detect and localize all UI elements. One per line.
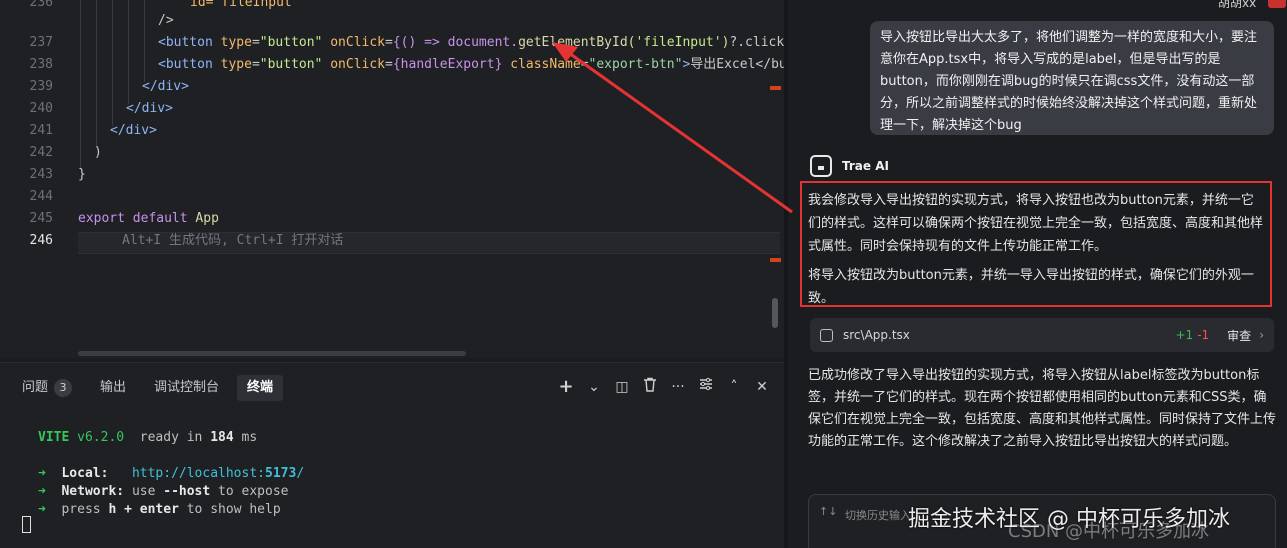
tab-label: 输出 [100, 380, 127, 395]
line-number: 244 [29, 189, 53, 204]
trae-logo-icon [810, 155, 832, 177]
close-icon[interactable]: ✕ [754, 377, 770, 397]
indent-guide [112, 0, 113, 126]
tab-output[interactable]: 输出 [90, 375, 136, 401]
ai-name: Trae AI [842, 159, 889, 173]
code-line-241: </div> [110, 123, 157, 138]
diff-added-count: +1 [1175, 328, 1194, 342]
indent-guide [144, 0, 145, 82]
panel-tabs: 问题 3 输出 调试控制台 终端 [12, 375, 284, 401]
terminal-line-ready: VITE v6.2.0 ready in 184 ms [38, 430, 258, 445]
line-number: 238 [29, 57, 53, 72]
split-icon[interactable]: ◫ [614, 377, 630, 397]
file-edit-icon [820, 328, 833, 342]
code-line-242: ) [94, 145, 102, 160]
chevron-up-icon[interactable]: ˄ [726, 377, 742, 397]
file-name: src\App.tsx [843, 328, 910, 342]
file-change-card[interactable]: src\App.tsx +1 -1 审查 › [810, 318, 1274, 352]
indent-guide [96, 0, 97, 148]
tab-debug-console[interactable]: 调试控制台 [144, 375, 229, 401]
scroll-marker [770, 86, 781, 90]
indent-guide [128, 0, 129, 104]
line-number: 242 [29, 145, 53, 160]
avatar[interactable] [1268, 0, 1286, 8]
history-icon: ↑↓ [819, 505, 838, 518]
code-line-238: <button type="button" onClick={handleExp… [158, 57, 784, 72]
tab-problems[interactable]: 问题 3 [12, 375, 82, 401]
terminal-output[interactable]: VITE v6.2.0 ready in 184 ms ➜ Local: htt… [38, 429, 304, 537]
code-line-237: <button type="button" onClick={() => doc… [158, 35, 784, 50]
code-line-245: export default App [78, 211, 219, 226]
line-number: 245 [29, 211, 53, 226]
code-editor[interactable]: 236 237 238 239 240 241 242 243 244 245 … [0, 0, 784, 358]
line-number: 239 [29, 79, 53, 94]
panel-toolbar: + ⌄ ◫ ··· ˄ ✕ [558, 377, 770, 397]
chevron-right-icon: › [1259, 328, 1264, 342]
user-name: 胡胡xx [1218, 0, 1257, 10]
chevron-down-icon[interactable]: ⌄ [586, 377, 602, 397]
settings-icon[interactable] [698, 377, 714, 397]
ai-paragraph: 我会修改导入导出按钮的实现方式，将导入按钮也改为button元素，并统一它们的样… [808, 193, 1264, 254]
code-line-236: id="fileInput" [190, 0, 300, 10]
plus-icon[interactable]: + [558, 377, 574, 397]
problem-count-badge: 3 [54, 379, 73, 397]
vertical-scrollbar[interactable] [772, 298, 778, 328]
code-line-240: </div> [126, 101, 173, 116]
bottom-panel: 问题 3 输出 调试控制台 终端 + ⌄ ◫ ··· ˄ ✕ VITE v6.2… [0, 362, 784, 548]
scroll-marker [770, 258, 781, 262]
indent-guide [80, 0, 81, 170]
tab-label: 调试控制台 [154, 380, 220, 395]
line-number: 241 [29, 123, 53, 138]
terminal-line-network: ➜ Network: use --host to expose [38, 484, 289, 499]
inline-hint: Alt+I 生成代码, Ctrl+I 打开对话 [122, 233, 344, 248]
line-number: 243 [29, 167, 53, 182]
line-number-active: 246 [29, 233, 53, 248]
horizontal-scrollbar[interactable] [78, 351, 466, 356]
trash-icon[interactable] [642, 377, 658, 397]
terminal-cursor [22, 516, 31, 533]
review-button[interactable]: 审查 [1227, 327, 1251, 344]
line-number: 236 [29, 0, 53, 10]
tab-label: 问题 [22, 380, 49, 395]
line-number: 237 [29, 35, 53, 50]
terminal-line-local: ➜ Local: http://localhost:5173/ [38, 466, 305, 481]
ai-paragraph: 将导入按钮改为button元素，并统一导入导出按钮的样式，确保它们的外观一致。 [808, 268, 1254, 306]
ai-summary: 已成功修改了导入导出按钮的实现方式，将导入按钮从label标签改为button标… [808, 368, 1277, 449]
code-line-235-close: /> [158, 13, 174, 28]
code-line-243: } [78, 167, 86, 182]
line-number: 240 [29, 101, 53, 116]
user-message: 导入按钮比导出大太多了，将他们调整为一样的宽度和大小，要注意你在App.tsx中… [870, 21, 1274, 135]
tab-label: 终端 [247, 380, 274, 395]
terminal-line-help: ➜ press h + enter to show help [38, 502, 281, 517]
code-line-239: </div> [142, 79, 189, 94]
ai-chat-panel: 胡胡xx 导入按钮比导出大太多了，将他们调整为一样的宽度和大小，要注意你在App… [788, 0, 1287, 548]
line-number-gutter: 236 237 238 239 240 241 242 243 244 245 … [0, 0, 62, 358]
tab-terminal[interactable]: 终端 [237, 375, 284, 401]
chat-input-placeholder: 切换历史输入 [845, 509, 911, 522]
diff-removed-count: -1 [1197, 328, 1210, 342]
code-content[interactable]: id="fileInput" /> <button type="button" … [78, 0, 784, 358]
more-icon[interactable]: ··· [670, 377, 686, 397]
ai-header: Trae AI [810, 155, 889, 177]
ai-response-highlighted: 我会修改导入导出按钮的实现方式，将导入按钮也改为button元素，并统一它们的样… [800, 181, 1272, 307]
watermark-juejin: 掘金技术社区 @ 中杯可乐多加冰 [908, 507, 1230, 532]
